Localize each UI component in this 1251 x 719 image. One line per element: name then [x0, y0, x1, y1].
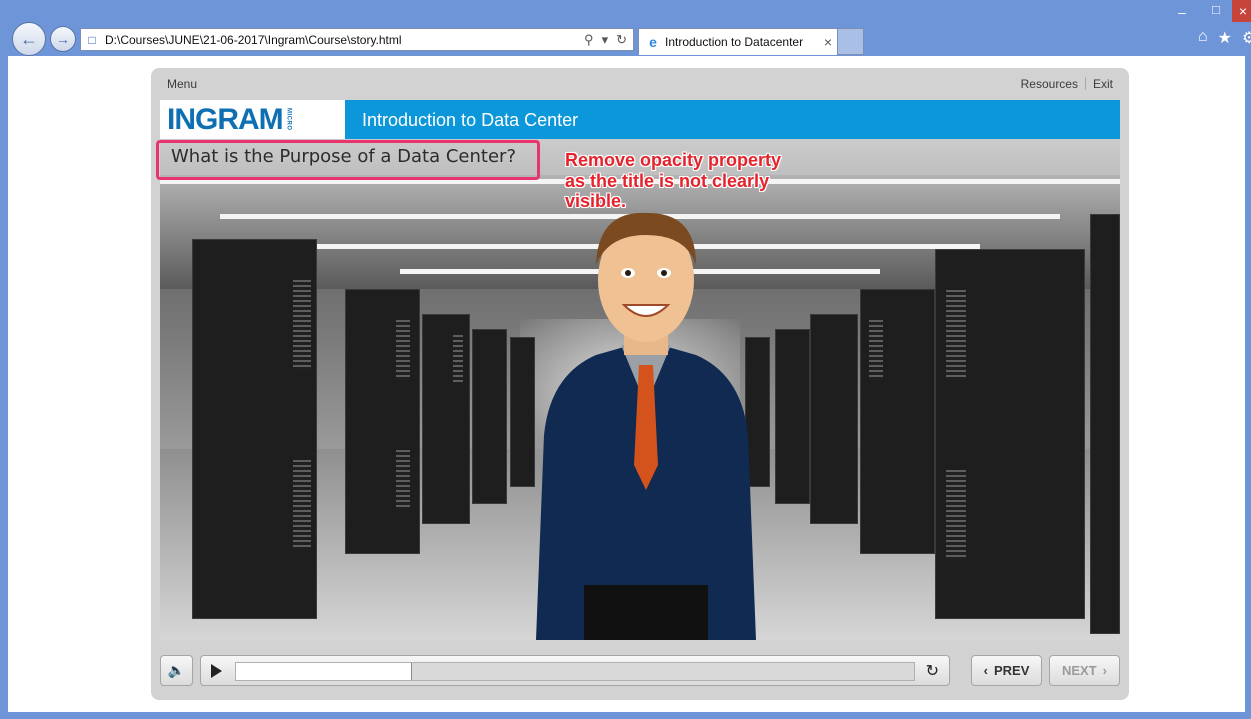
address-bar[interactable]: □ D:\Courses\JUNE\21-06-2017\Ingram\Cour… — [80, 28, 634, 51]
favorites-icon[interactable]: ★ — [1218, 28, 1232, 48]
logo-micro: MICRO — [285, 108, 292, 131]
server-rack — [510, 337, 535, 487]
new-tab-button[interactable] — [838, 28, 864, 55]
trousers — [584, 585, 708, 640]
chevron-right-icon: › — [1102, 663, 1107, 678]
play-icon[interactable] — [211, 664, 222, 678]
annotation-note: Remove opacity property as the title is … — [565, 150, 782, 212]
server-rack — [345, 289, 420, 554]
player-top-links: Resources Exit — [1021, 77, 1113, 91]
server-rack — [935, 249, 1085, 619]
prev-label: PREV — [993, 663, 1030, 678]
browser-tab[interactable]: e Introduction to Datacenter × — [638, 28, 838, 55]
resources-link[interactable]: Resources — [1021, 77, 1078, 91]
server-rack — [422, 314, 470, 524]
browser-chrome: ← → □ D:\Courses\JUNE\21-06-2017\Ingram\… — [0, 0, 1251, 56]
volume-button[interactable]: 🔈 — [160, 655, 193, 686]
tab-title: Introduction to Datacenter — [665, 35, 804, 49]
progress-track[interactable] — [235, 662, 915, 681]
logo-text: INGRAM — [167, 102, 284, 136]
speaker-icon: 🔈 — [167, 662, 186, 678]
tab-close-icon[interactable]: × — [819, 34, 837, 50]
server-rack — [775, 329, 810, 504]
maximize-icon[interactable]: □ — [1206, 2, 1226, 20]
pupil — [625, 270, 631, 276]
prev-button[interactable]: ‹ PREV — [971, 655, 1042, 686]
course-title: Introduction to Data Center — [362, 110, 579, 130]
server-rack — [860, 289, 935, 554]
refresh-icon[interactable]: ↻ — [616, 32, 627, 48]
server-rack — [192, 239, 317, 619]
back-arrow-icon: ← — [20, 28, 38, 49]
forward-arrow-icon: → — [56, 31, 70, 47]
page-icon: □ — [88, 32, 96, 47]
replay-icon[interactable]: ↻ — [926, 661, 939, 681]
pupil — [661, 270, 667, 276]
slide-header: INGRAM MICRO Introduction to Data Center — [160, 100, 1120, 139]
server-rack — [1090, 214, 1120, 634]
ingram-micro-logo: INGRAM MICRO — [160, 100, 345, 139]
home-icon[interactable]: ⌂ — [1198, 28, 1208, 48]
dropdown-icon[interactable]: ▾ — [602, 32, 609, 48]
settings-icon[interactable]: ⚙ — [1242, 28, 1251, 48]
ie-icon: e — [649, 34, 657, 50]
annotation-highlight-box — [156, 140, 540, 180]
minimize-icon[interactable]: – — [1172, 4, 1192, 20]
search-icon[interactable]: ⚲ — [584, 32, 594, 48]
forward-button[interactable]: → — [50, 26, 76, 52]
next-label: NEXT — [1061, 663, 1097, 678]
seekbar-container: ↻ — [200, 655, 950, 686]
menu-link[interactable]: Menu — [167, 77, 197, 91]
next-button[interactable]: NEXT › — [1049, 655, 1120, 686]
close-window-icon[interactable]: × — [1232, 0, 1251, 22]
exit-link[interactable]: Exit — [1093, 77, 1113, 91]
server-rack — [810, 314, 858, 524]
browser-tools: ⌂ ★ ⚙ — [1198, 28, 1251, 48]
divider — [1084, 77, 1086, 90]
progress-fill — [236, 663, 413, 680]
chevron-left-icon: ‹ — [983, 663, 988, 678]
back-button[interactable]: ← — [12, 22, 46, 56]
presenter-character — [536, 212, 756, 640]
server-rack — [472, 329, 507, 504]
address-url[interactable]: D:\Courses\JUNE\21-06-2017\Ingram\Course… — [105, 33, 584, 47]
